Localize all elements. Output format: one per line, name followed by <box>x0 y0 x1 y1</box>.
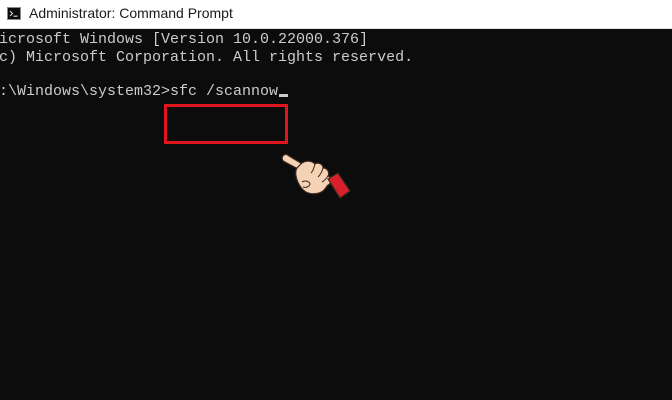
command-prompt-window: Administrator: Command Prompt Microsoft … <box>0 0 672 400</box>
command-line[interactable]: C:\Windows\system32>sfc /scannow <box>0 83 289 100</box>
command-prompt-icon <box>7 7 21 20</box>
version-line: Microsoft Windows [Version 10.0.22000.37… <box>0 31 369 48</box>
text-cursor <box>279 94 289 97</box>
command-highlight-box <box>164 104 288 144</box>
copyright-line: (c) Microsoft Corporation. All rights re… <box>0 49 414 66</box>
window-title: Administrator: Command Prompt <box>29 5 233 21</box>
prompt-path: C:\Windows\system32> <box>0 83 171 100</box>
pointing-hand-icon <box>278 149 358 214</box>
title-bar[interactable]: Administrator: Command Prompt <box>0 0 672 29</box>
typed-command: sfc /scannow <box>170 83 279 100</box>
console-area[interactable]: Microsoft Windows [Version 10.0.22000.37… <box>0 29 672 400</box>
